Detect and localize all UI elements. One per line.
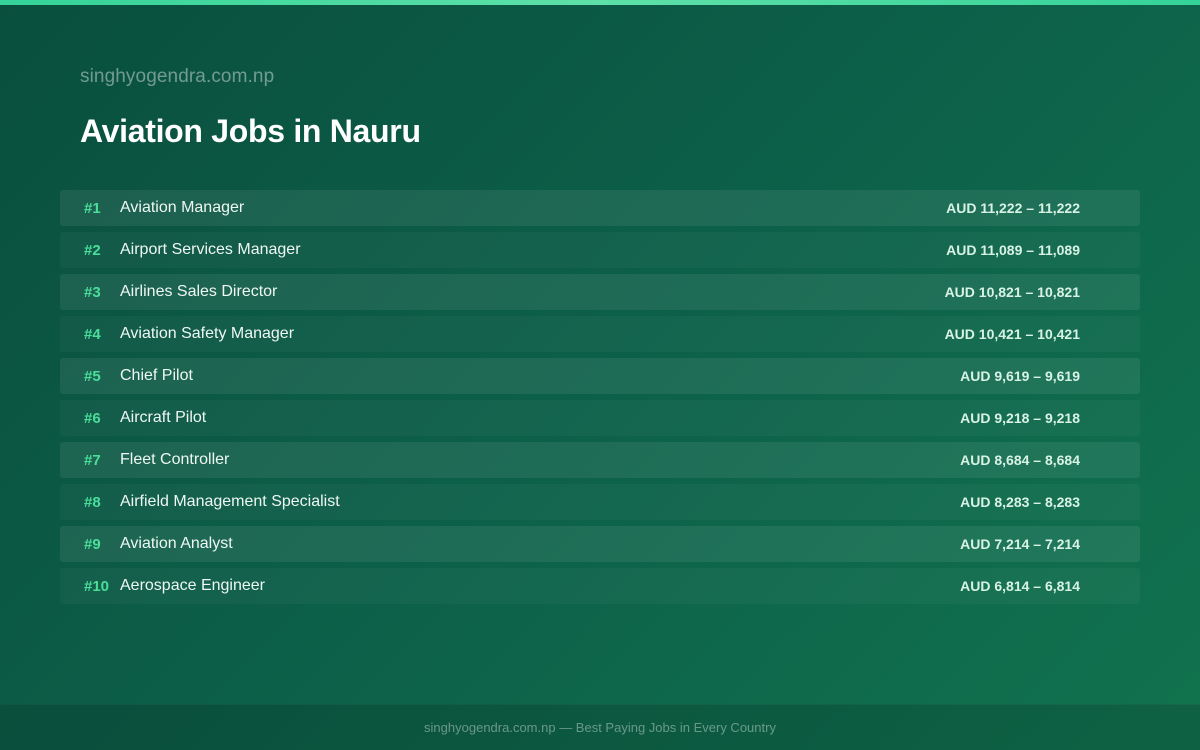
job-rank: #5 xyxy=(84,367,101,385)
footer: singhyogendra.com.np — Best Paying Jobs … xyxy=(0,704,1200,750)
job-salary: AUD 9,619 – 9,619 xyxy=(960,368,1080,384)
job-row: #4 Aviation Safety Manager AUD 10,421 – … xyxy=(60,316,1140,352)
footer-text: singhyogendra.com.np — Best Paying Jobs … xyxy=(424,720,776,735)
job-title: Aviation Analyst xyxy=(120,535,233,552)
job-row: #2 Airport Services Manager AUD 11,089 –… xyxy=(60,232,1140,268)
job-row: #1 Aviation Manager AUD 11,222 – 11,222 xyxy=(60,190,1140,226)
job-row: #7 Fleet Controller AUD 8,684 – 8,684 xyxy=(60,442,1140,478)
job-row: #8 Airfield Management Specialist AUD 8,… xyxy=(60,484,1140,520)
job-title: Aerospace Engineer xyxy=(120,577,265,594)
job-salary: AUD 11,089 – 11,089 xyxy=(946,242,1080,258)
job-salary: AUD 9,218 – 9,218 xyxy=(960,410,1080,426)
job-salary: AUD 10,421 – 10,421 xyxy=(944,326,1080,342)
job-rank: #4 xyxy=(84,325,101,343)
site-name: singhyogendra.com.np xyxy=(80,66,275,87)
job-salary: AUD 6,814 – 6,814 xyxy=(960,578,1080,594)
job-row: #10 Aerospace Engineer AUD 6,814 – 6,814 xyxy=(60,568,1140,604)
job-title: Airfield Management Specialist xyxy=(120,493,340,510)
job-title: Airlines Sales Director xyxy=(120,283,278,300)
job-rank: #1 xyxy=(84,199,101,217)
job-title: Chief Pilot xyxy=(120,367,193,384)
job-rank: #10 xyxy=(84,577,110,595)
job-title: Fleet Controller xyxy=(120,451,230,468)
job-salary: AUD 8,684 – 8,684 xyxy=(960,452,1080,468)
job-title: Aviation Safety Manager xyxy=(120,325,295,342)
job-rank: #3 xyxy=(84,283,101,301)
page-title: Aviation Jobs in Nauru xyxy=(80,113,421,149)
job-row: #5 Chief Pilot AUD 9,619 – 9,619 xyxy=(60,358,1140,394)
job-rank: #8 xyxy=(84,493,101,511)
job-salary: AUD 11,222 – 11,222 xyxy=(946,200,1080,216)
job-title: Aircraft Pilot xyxy=(120,409,207,426)
job-title: Airport Services Manager xyxy=(120,241,301,258)
job-rank: #9 xyxy=(84,535,101,553)
job-salary: AUD 7,214 – 7,214 xyxy=(960,536,1080,552)
job-rank: #2 xyxy=(84,241,101,259)
job-salary: AUD 8,283 – 8,283 xyxy=(960,494,1080,510)
job-title: Aviation Manager xyxy=(120,199,245,216)
job-salary: AUD 10,821 – 10,821 xyxy=(944,284,1080,300)
job-list: #1 Aviation Manager AUD 11,222 – 11,222 … xyxy=(60,190,1140,610)
top-accent-bar xyxy=(0,0,1200,5)
job-row: #9 Aviation Analyst AUD 7,214 – 7,214 xyxy=(60,526,1140,562)
job-rank: #7 xyxy=(84,451,101,469)
job-row: #3 Airlines Sales Director AUD 10,821 – … xyxy=(60,274,1140,310)
job-row: #6 Aircraft Pilot AUD 9,218 – 9,218 xyxy=(60,400,1140,436)
job-rank: #6 xyxy=(84,409,101,427)
